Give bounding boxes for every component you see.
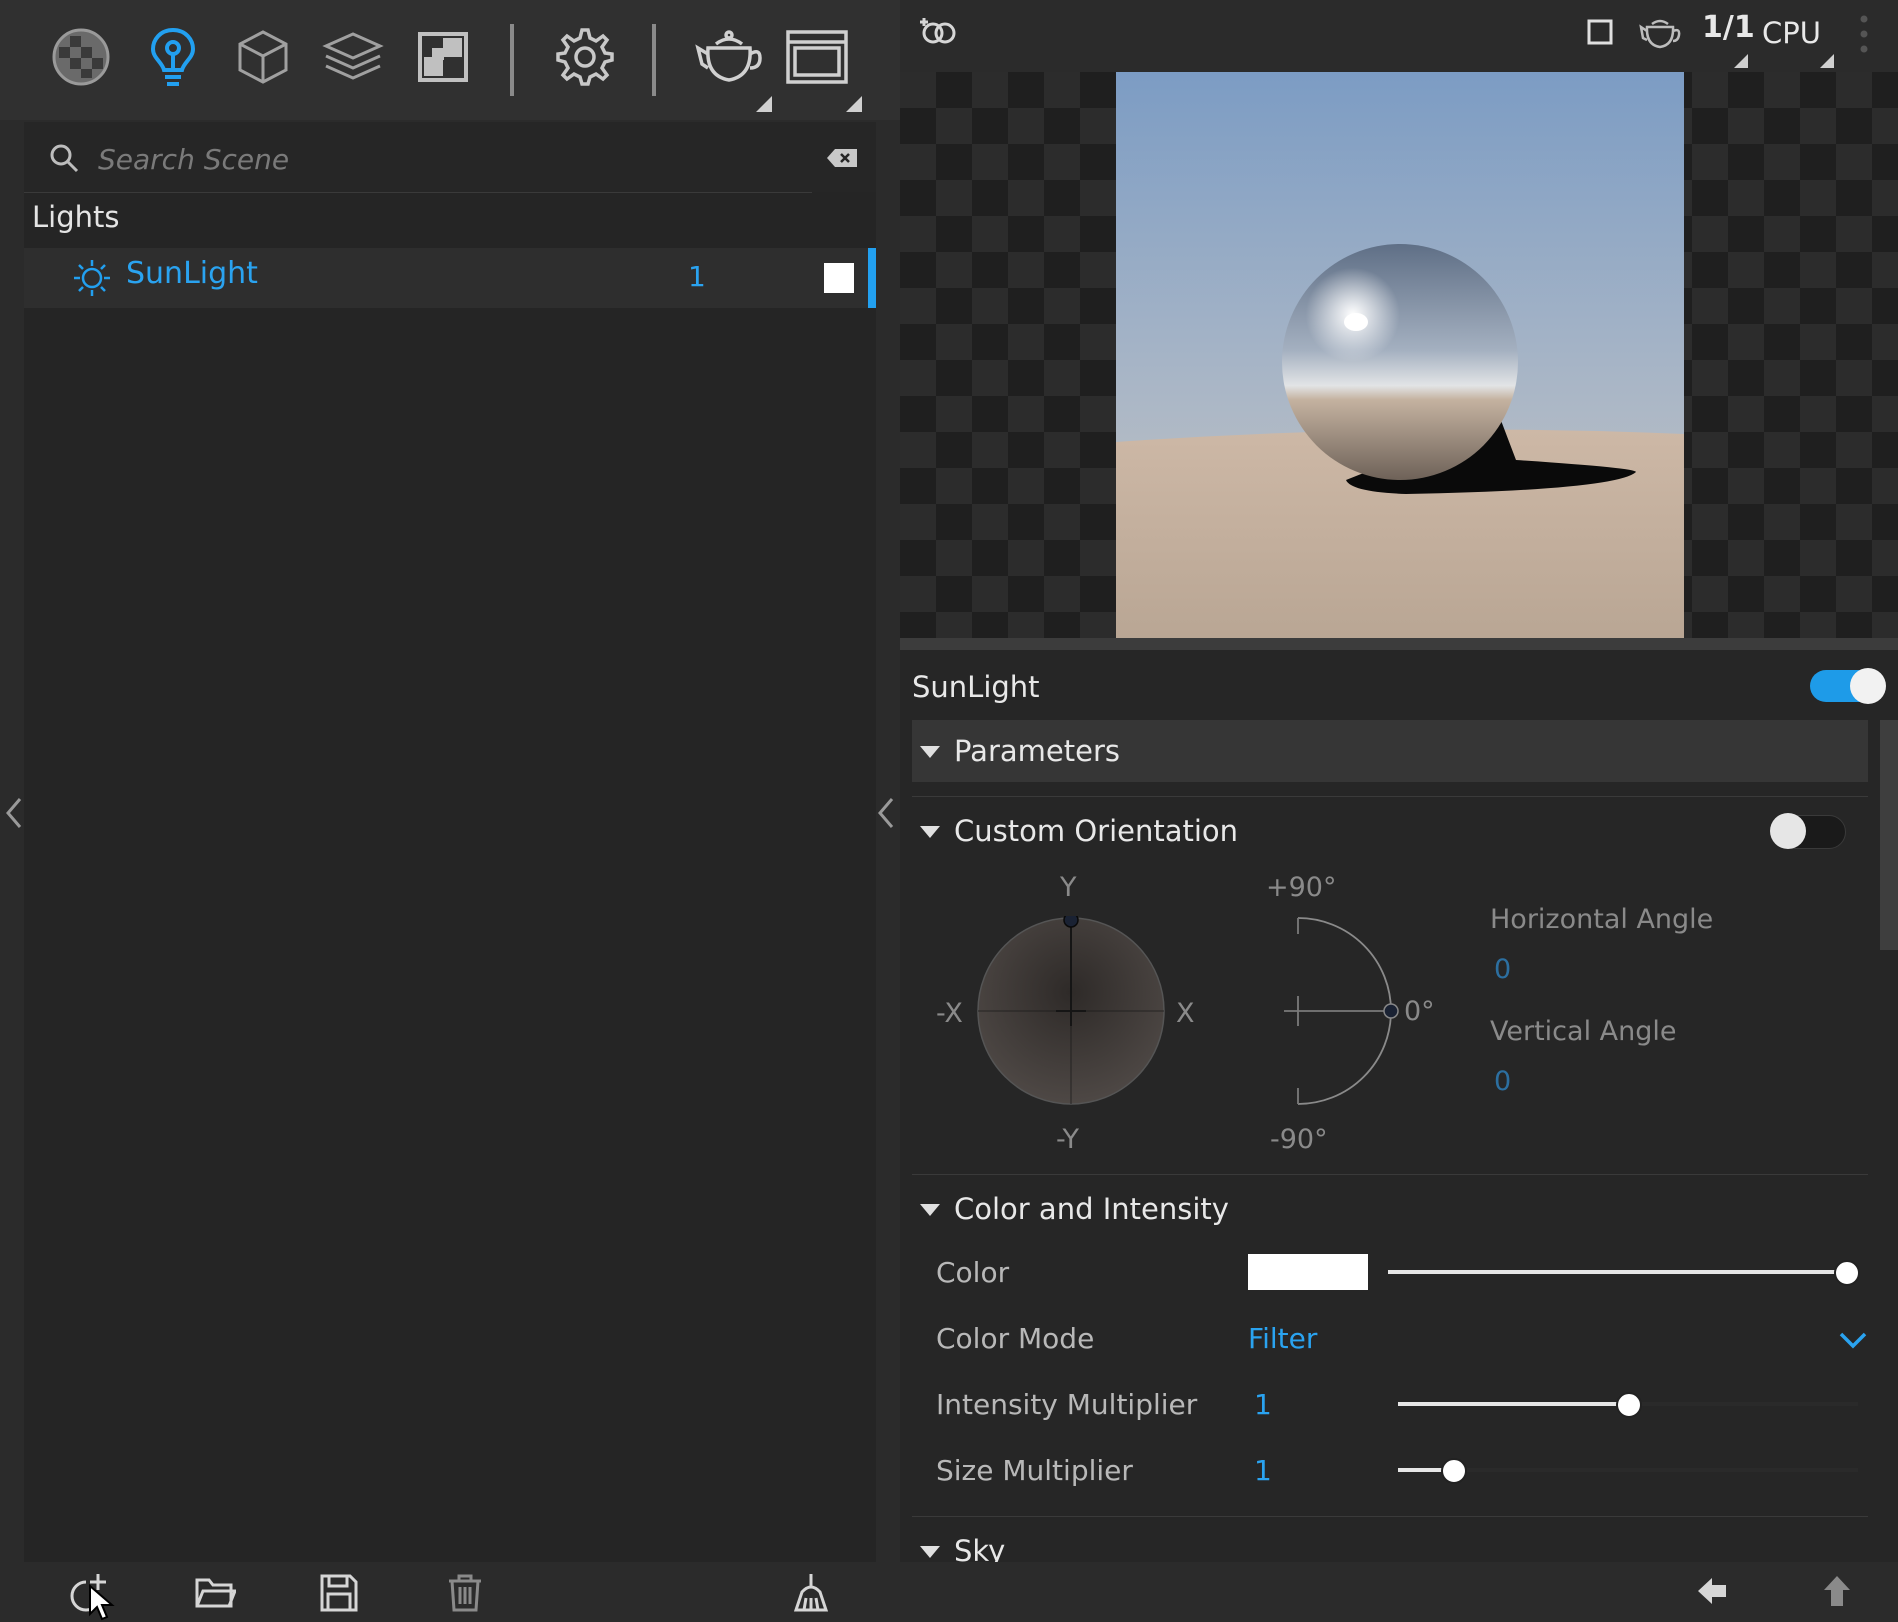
render-window-icon[interactable] [784, 24, 850, 90]
scene-group-header: Lights [32, 200, 120, 234]
horizontal-angle-label: Horizontal Angle [1490, 904, 1714, 935]
intensity-value[interactable]: 1 [1254, 1388, 1272, 1421]
horizontal-direction-dial[interactable] [976, 916, 1166, 1106]
render-image [1116, 72, 1684, 638]
color-mode-label: Color Mode [936, 1322, 1095, 1355]
intensity-label: Intensity Multiplier [936, 1388, 1198, 1421]
size-slider-track[interactable] [1398, 1468, 1858, 1472]
axis-label-pos-x: X [1176, 998, 1195, 1029]
intensity-slider-fill [1398, 1402, 1628, 1406]
properties-bottom-toolbar [900, 1562, 1898, 1622]
selection-indicator [868, 248, 876, 308]
teapot-preview-icon[interactable] [1638, 14, 1682, 50]
scene-item-label: SunLight [126, 256, 258, 291]
settings-icon[interactable] [552, 24, 618, 90]
color-mode-select[interactable]: Filter [1248, 1322, 1317, 1355]
color-slider-fill [1388, 1270, 1846, 1274]
axis-label-neg-x: -X [936, 998, 963, 1029]
scene-item-color-swatch[interactable] [824, 263, 854, 293]
teapot-icon[interactable] [694, 24, 762, 90]
section-divider [912, 1516, 1868, 1517]
chevron-down-icon[interactable] [1838, 1330, 1868, 1350]
materials-icon[interactable] [48, 24, 114, 90]
size-label: Size Multiplier [936, 1454, 1133, 1487]
textures-icon[interactable] [410, 24, 476, 90]
properties-title: SunLight [912, 670, 1040, 704]
color-slider-handle[interactable] [1834, 1260, 1860, 1286]
vertical-angle-label: Vertical Angle [1490, 1016, 1677, 1047]
arc-label-middle: 0° [1404, 996, 1435, 1027]
search-underline [24, 192, 812, 193]
mouse-cursor-icon [88, 1584, 116, 1622]
lights-icon[interactable] [140, 24, 206, 90]
clear-search-icon[interactable] [826, 148, 858, 168]
color-label: Color [936, 1256, 1010, 1289]
size-value[interactable]: 1 [1254, 1454, 1272, 1487]
expand-triangle-icon [920, 746, 940, 758]
save-icon[interactable] [318, 1572, 360, 1614]
intensity-slider-handle[interactable] [1616, 1392, 1642, 1418]
viewport-splitter[interactable] [900, 638, 1898, 650]
toolbar-separator [652, 24, 656, 96]
properties-scrollbar[interactable] [1880, 720, 1898, 950]
device-menu-indicator [1820, 54, 1834, 68]
teapot-menu-indicator [756, 96, 772, 112]
arc-label-top: +90° [1266, 872, 1337, 903]
clear-scene-icon[interactable] [790, 1572, 832, 1614]
vertical-angle-arc[interactable] [1278, 916, 1408, 1106]
open-folder-icon[interactable] [194, 1572, 236, 1614]
axis-label-neg-y: -Y [1056, 1124, 1080, 1155]
toolbar-separator [510, 24, 514, 96]
size-slider-handle[interactable] [1441, 1458, 1467, 1484]
back-icon[interactable] [1696, 1576, 1728, 1606]
scene-item-value[interactable]: 1 [688, 260, 706, 293]
vertical-angle-value[interactable]: 0 [1494, 1066, 1511, 1097]
render-device[interactable]: CPU [1762, 16, 1821, 50]
axis-label-pos-y: Y [1060, 872, 1077, 903]
section-divider [912, 1174, 1868, 1175]
more-options-icon[interactable] [1858, 14, 1870, 54]
layers-icon[interactable] [320, 24, 386, 90]
collapse-left-icon[interactable] [4, 796, 24, 830]
color-swatch[interactable] [1248, 1254, 1368, 1290]
arc-label-bottom: -90° [1270, 1124, 1328, 1155]
expand-triangle-icon[interactable] [920, 1546, 940, 1558]
upload-icon[interactable] [1822, 1574, 1852, 1608]
section-divider [912, 796, 1868, 797]
parameters-label: Parameters [954, 734, 1120, 768]
sun-icon [72, 258, 112, 298]
objects-icon[interactable] [230, 24, 296, 90]
properties-panel [900, 650, 1898, 1562]
delete-icon[interactable] [444, 1572, 486, 1614]
render-window-menu-indicator [846, 96, 862, 112]
scene-panel [24, 122, 876, 1562]
color-intensity-label: Color and Intensity [954, 1192, 1229, 1226]
expand-triangle-icon[interactable] [920, 1204, 940, 1216]
resolution-ratio[interactable]: 1/1 [1702, 10, 1755, 45]
custom-orientation-label: Custom Orientation [954, 814, 1239, 848]
search-input[interactable] [96, 134, 740, 184]
horizontal-angle-value[interactable]: 0 [1494, 954, 1511, 985]
expand-triangle-icon[interactable] [920, 826, 940, 838]
ratio-menu-indicator [1734, 54, 1748, 68]
interactive-render-icon[interactable] [916, 14, 960, 50]
search-icon [48, 142, 80, 174]
collapse-panel-icon[interactable] [876, 796, 896, 830]
toggle-knob [1770, 813, 1806, 849]
region-icon[interactable] [1586, 18, 1614, 46]
toggle-knob [1850, 668, 1886, 704]
